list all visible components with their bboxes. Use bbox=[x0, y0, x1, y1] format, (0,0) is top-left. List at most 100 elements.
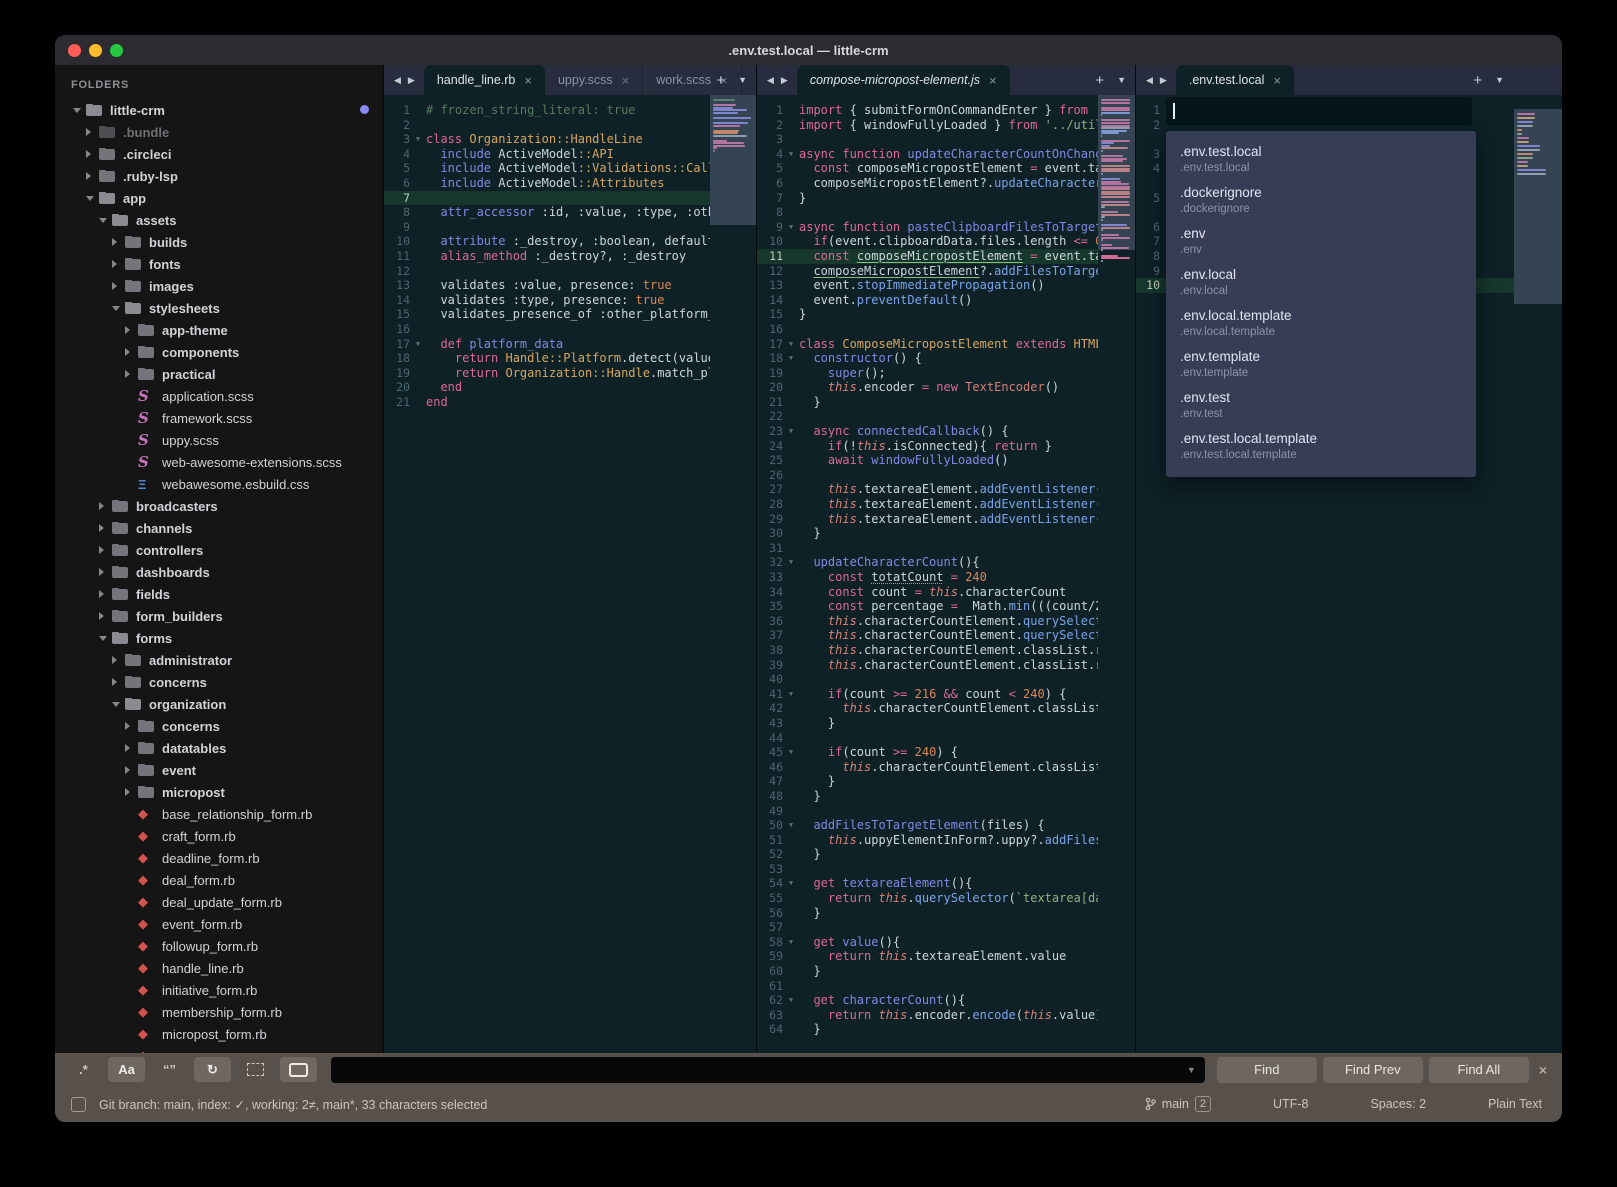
find-button[interactable]: Find bbox=[1217, 1057, 1317, 1083]
autocomplete-item-.env[interactable]: .env.env bbox=[1166, 221, 1476, 262]
tree-item-membership_form.rb[interactable]: ◆membership_form.rb bbox=[55, 1001, 383, 1023]
close-tab-icon[interactable]: × bbox=[622, 74, 630, 87]
tab-uppy.scss[interactable]: uppy.scss× bbox=[545, 65, 643, 95]
tab-back-icon[interactable]: ◀ bbox=[767, 75, 774, 86]
code-editor-3[interactable]: 12345678910.env.test.local.env.test.loca… bbox=[1136, 95, 1562, 1053]
chevron-down-icon[interactable] bbox=[86, 196, 99, 201]
git-branch-indicator[interactable]: main 2 bbox=[1145, 1096, 1211, 1112]
tree-item-craft_form.rb[interactable]: ◆craft_form.rb bbox=[55, 825, 383, 847]
tree-item-framework.scss[interactable]: Sframework.scss bbox=[55, 407, 383, 429]
vcs-status-icon[interactable] bbox=[71, 1097, 86, 1112]
tree-item-assets[interactable]: assets bbox=[55, 209, 383, 231]
chevron-right-icon[interactable] bbox=[125, 744, 138, 752]
tree-item-forms[interactable]: forms bbox=[55, 627, 383, 649]
editing-line-field[interactable] bbox=[1166, 97, 1472, 125]
tab-menu-icon[interactable]: ▼ bbox=[1117, 75, 1126, 85]
tree-item-app-theme[interactable]: app-theme bbox=[55, 319, 383, 341]
tree-item[interactable]: ◆ bbox=[55, 1045, 383, 1053]
autocomplete-item-.dockerignore[interactable]: .dockerignore.dockerignore bbox=[1166, 180, 1476, 221]
chevron-right-icon[interactable] bbox=[99, 524, 112, 532]
tab-back-icon[interactable]: ◀ bbox=[394, 75, 401, 86]
minimap-viewport[interactable] bbox=[710, 95, 756, 225]
find-toggle-wrap[interactable]: ↻ bbox=[194, 1057, 231, 1082]
code-editor-2[interactable]: 1import { submitFormOnCommandEnter } fro… bbox=[757, 95, 1135, 1053]
encoding-indicator[interactable]: UTF-8 bbox=[1273, 1097, 1308, 1111]
tree-item-.bundle[interactable]: .bundle bbox=[55, 121, 383, 143]
tree-item-components[interactable]: components bbox=[55, 341, 383, 363]
close-window-icon[interactable] bbox=[68, 44, 81, 57]
tree-item-initiative_form.rb[interactable]: ◆initiative_form.rb bbox=[55, 979, 383, 1001]
chevron-right-icon[interactable] bbox=[112, 282, 125, 290]
syntax-indicator[interactable]: Plain Text bbox=[1488, 1097, 1542, 1111]
fold-arrow-icon[interactable]: ▼ bbox=[783, 993, 799, 1008]
tree-item-web-awesome-extensions.scss[interactable]: Sweb-awesome-extensions.scss bbox=[55, 451, 383, 473]
zoom-window-icon[interactable] bbox=[110, 44, 123, 57]
chevron-right-icon[interactable] bbox=[112, 260, 125, 268]
autocomplete-item-.env.test[interactable]: .env.test.env.test bbox=[1166, 385, 1476, 426]
tree-item-deal_update_form.rb[interactable]: ◆deal_update_form.rb bbox=[55, 891, 383, 913]
autocomplete-item-.env.test.local.template[interactable]: .env.test.local.template.env.test.local.… bbox=[1166, 426, 1476, 467]
tree-item-little-crm[interactable]: little-crm bbox=[55, 99, 383, 121]
chevron-right-icon[interactable] bbox=[86, 172, 99, 180]
chevron-down-icon[interactable] bbox=[112, 306, 125, 311]
fold-arrow-icon[interactable]: ▼ bbox=[783, 424, 799, 439]
autocomplete-item-.env.template[interactable]: .env.template.env.template bbox=[1166, 344, 1476, 385]
tree-item-base_relationship_form.rb[interactable]: ◆base_relationship_form.rb bbox=[55, 803, 383, 825]
chevron-right-icon[interactable] bbox=[125, 766, 138, 774]
chevron-down-icon[interactable] bbox=[99, 636, 112, 641]
tab-compose-micropost-element.js[interactable]: compose-micropost-element.js× bbox=[797, 65, 1010, 95]
new-tab-icon[interactable]: + bbox=[1473, 72, 1482, 89]
minimap[interactable] bbox=[710, 95, 756, 1053]
tree-item-concerns[interactable]: concerns bbox=[55, 671, 383, 693]
close-tab-icon[interactable]: × bbox=[989, 74, 997, 87]
tree-item-event_form.rb[interactable]: ◆event_form.rb bbox=[55, 913, 383, 935]
minimize-window-icon[interactable] bbox=[89, 44, 102, 57]
tree-item-controllers[interactable]: controllers bbox=[55, 539, 383, 561]
tab-menu-icon[interactable]: ▼ bbox=[1495, 75, 1504, 85]
find-toggle-in-selection[interactable] bbox=[237, 1057, 274, 1082]
tree-item-handle_line.rb[interactable]: ◆handle_line.rb bbox=[55, 957, 383, 979]
find-all-button[interactable]: Find All bbox=[1429, 1057, 1529, 1083]
fold-arrow-icon[interactable]: ▼ bbox=[783, 745, 799, 760]
tree-item-followup_form.rb[interactable]: ◆followup_form.rb bbox=[55, 935, 383, 957]
new-tab-icon[interactable]: + bbox=[716, 72, 725, 89]
tree-item-practical[interactable]: practical bbox=[55, 363, 383, 385]
chevron-right-icon[interactable] bbox=[125, 722, 138, 730]
chevron-down-icon[interactable] bbox=[112, 702, 125, 707]
minimap[interactable] bbox=[1514, 95, 1562, 1053]
fold-arrow-icon[interactable]: ▼ bbox=[783, 147, 799, 162]
tree-item-concerns[interactable]: concerns bbox=[55, 715, 383, 737]
code-editor-1[interactable]: 1# frozen_string_literal: true23▼class O… bbox=[384, 95, 756, 1053]
tree-item-micropost_form.rb[interactable]: ◆micropost_form.rb bbox=[55, 1023, 383, 1045]
chevron-right-icon[interactable] bbox=[99, 546, 112, 554]
tree-item-form_builders[interactable]: form_builders bbox=[55, 605, 383, 627]
close-find-bar-icon[interactable]: × bbox=[1539, 1062, 1547, 1078]
chevron-right-icon[interactable] bbox=[99, 568, 112, 576]
tree-item-dashboards[interactable]: dashboards bbox=[55, 561, 383, 583]
fold-arrow-icon[interactable]: ▼ bbox=[783, 818, 799, 833]
tab-forward-icon[interactable]: ▶ bbox=[1160, 75, 1167, 86]
find-input[interactable]: ▼ bbox=[331, 1057, 1205, 1083]
tab-forward-icon[interactable]: ▶ bbox=[781, 75, 788, 86]
fold-arrow-icon[interactable]: ▼ bbox=[783, 555, 799, 570]
indentation-indicator[interactable]: Spaces: 2 bbox=[1370, 1097, 1426, 1111]
find-toggle-whole-word[interactable]: “” bbox=[151, 1057, 188, 1082]
tree-item-micropost[interactable]: micropost bbox=[55, 781, 383, 803]
title-bar[interactable]: .env.test.local — little-crm bbox=[55, 35, 1562, 65]
tree-item-fonts[interactable]: fonts bbox=[55, 253, 383, 275]
tree-item-application.scss[interactable]: Sapplication.scss bbox=[55, 385, 383, 407]
tree-item-.circleci[interactable]: .circleci bbox=[55, 143, 383, 165]
fold-arrow-icon[interactable]: ▼ bbox=[783, 687, 799, 702]
tree-item-webawesome.esbuild.css[interactable]: Ξwebawesome.esbuild.css bbox=[55, 473, 383, 495]
find-toggle-case-sensitive[interactable]: Aa bbox=[108, 1057, 145, 1082]
close-tab-icon[interactable]: × bbox=[524, 74, 532, 87]
close-tab-icon[interactable]: × bbox=[1273, 74, 1281, 87]
fold-arrow-icon[interactable]: ▼ bbox=[783, 220, 799, 235]
chevron-down-icon[interactable] bbox=[73, 108, 86, 113]
chevron-right-icon[interactable] bbox=[99, 502, 112, 510]
new-tab-icon[interactable]: + bbox=[1095, 72, 1104, 89]
chevron-right-icon[interactable] bbox=[99, 612, 112, 620]
find-history-dropdown-icon[interactable]: ▼ bbox=[1187, 1065, 1196, 1075]
fold-arrow-icon[interactable]: ▼ bbox=[783, 337, 799, 352]
minimap[interactable] bbox=[1098, 95, 1135, 1053]
